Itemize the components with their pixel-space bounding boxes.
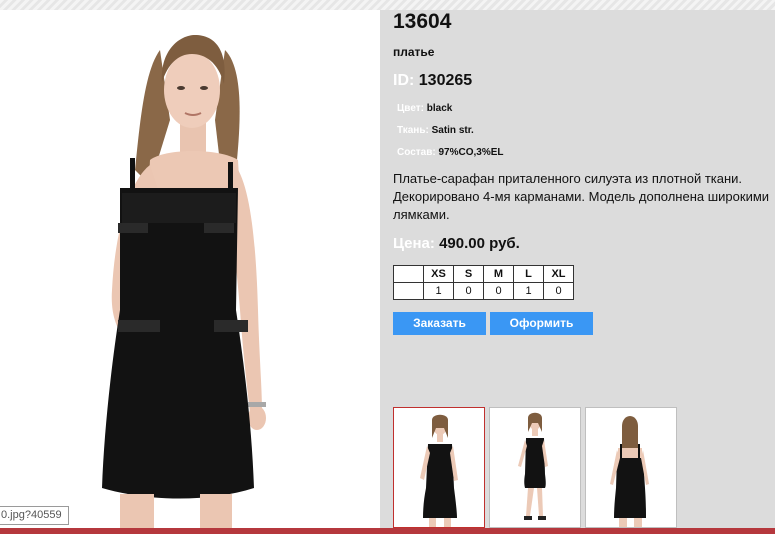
checkout-button[interactable]: Оформить (490, 312, 593, 335)
product-info-panel: 13604 платье ID: 130265 Цвет: black Ткан… (380, 10, 775, 528)
top-decorative-strip (0, 0, 775, 10)
price-row: Цена: 490.00 руб. (393, 235, 520, 252)
fabric-label: Ткань: (397, 125, 429, 136)
thumbnail-image (420, 414, 458, 527)
size-header-cell: M (483, 265, 514, 283)
size-quantity-cell: 0 (483, 282, 514, 300)
size-header-cell: L (513, 265, 544, 283)
thumbnail-side[interactable] (489, 407, 581, 528)
color-value: black (426, 103, 453, 114)
price-value: 490.00 руб. (439, 235, 520, 252)
thumbnail-image (610, 416, 649, 527)
color-row: Цвет: black (397, 103, 452, 114)
product-description: Платье-сарафан приталенного силуэта из п… (393, 171, 770, 222)
size-quantity-cell: 1 (423, 282, 454, 300)
size-header-cell: XS (423, 265, 454, 283)
color-label: Цвет: (397, 103, 424, 114)
size-quantity-cell (393, 282, 424, 300)
product-code: 13604 (393, 10, 452, 33)
size-quantity-cell: 1 (513, 282, 544, 300)
size-header-cell: S (453, 265, 484, 283)
main-product-photo[interactable] (0, 10, 380, 528)
size-quantity-cell: 0 (543, 282, 574, 300)
composition-row: Состав: 97%CO,3%EL (397, 147, 504, 158)
size-quantity-row: 1 0 0 1 0 (393, 282, 574, 300)
id-value: 130265 (418, 72, 473, 89)
composition-label: Состав: (397, 147, 436, 158)
size-header-cell: XL (543, 265, 574, 283)
thumbnail-image (518, 412, 548, 520)
size-header-cell (393, 265, 424, 283)
image-url-tooltip: 0.jpg?40559 (0, 506, 69, 525)
size-header-row: XS S M L XL (393, 265, 574, 283)
price-label: Цена: (393, 235, 435, 252)
bottom-accent-bar (0, 528, 775, 534)
fabric-row: Ткань: Satin str. (397, 125, 474, 136)
composition-value: 97%CO,3%EL (438, 147, 504, 158)
product-id-row: ID: 130265 (393, 72, 472, 90)
model-figure (102, 35, 266, 528)
thumbnail-front-active[interactable] (393, 407, 485, 528)
product-type: платье (393, 45, 435, 59)
order-button[interactable]: Заказать (393, 312, 486, 335)
size-quantity-cell: 0 (453, 282, 484, 300)
size-availability-table: XS S M L XL 1 0 0 1 0 (393, 265, 574, 300)
fabric-value: Satin str. (431, 125, 474, 136)
thumbnail-back[interactable] (585, 407, 677, 528)
id-label: ID: (393, 72, 415, 89)
